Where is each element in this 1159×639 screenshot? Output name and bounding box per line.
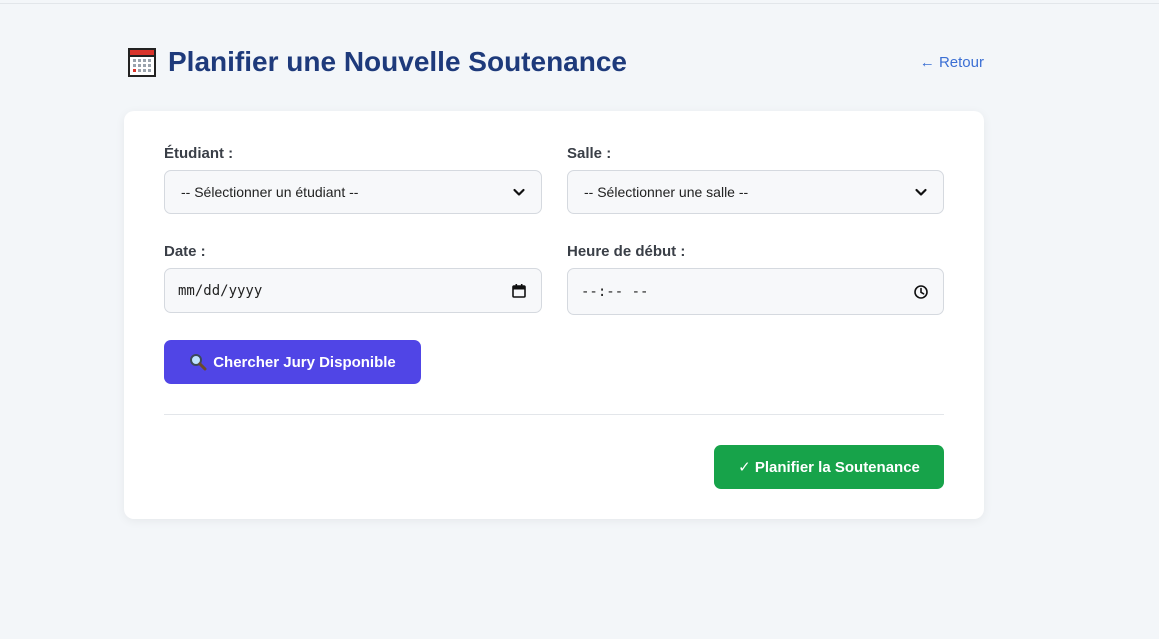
- date-input[interactable]: mm/dd/yyyy: [164, 268, 542, 313]
- room-label: Salle :: [567, 145, 612, 162]
- form-card: Étudiant : -- Sélectionner un étudiant -…: [124, 111, 984, 519]
- plan-defense-label: ✓ Planifier la Soutenance: [738, 459, 920, 476]
- date-label: Date :: [164, 243, 206, 260]
- clock-icon[interactable]: [913, 284, 929, 300]
- date-input-value: mm/dd/yyyy: [178, 282, 263, 299]
- page-title: Planifier une Nouvelle Soutenance: [128, 46, 627, 78]
- search-jury-button[interactable]: Chercher Jury Disponible: [164, 340, 421, 384]
- search-jury-label: Chercher Jury Disponible: [213, 353, 396, 371]
- room-select[interactable]: -- Sélectionner une salle --: [567, 170, 944, 214]
- calendar-picker-icon[interactable]: [511, 283, 527, 299]
- start-time-input[interactable]: --:-- --: [567, 268, 944, 315]
- back-link[interactable]: ← Retour: [920, 54, 984, 71]
- form-divider: [164, 414, 944, 415]
- magnifier-icon: [190, 354, 207, 371]
- student-select-value: -- Sélectionner un étudiant --: [181, 184, 359, 200]
- top-border: [0, 3, 1159, 4]
- student-label: Étudiant :: [164, 145, 234, 162]
- page-header: Planifier une Nouvelle Soutenance ← Reto…: [124, 46, 984, 82]
- student-select[interactable]: -- Sélectionner un étudiant --: [164, 170, 542, 214]
- start-time-input-value: --:-- --: [581, 283, 649, 300]
- room-select-value: -- Sélectionner une salle --: [584, 184, 749, 200]
- page-title-text: Planifier une Nouvelle Soutenance: [168, 46, 628, 77]
- plan-defense-button[interactable]: ✓ Planifier la Soutenance: [714, 445, 944, 489]
- calendar-icon: [128, 48, 156, 77]
- start-time-label: Heure de début :: [567, 243, 686, 260]
- chevron-down-icon: [915, 188, 927, 196]
- chevron-down-icon: [513, 188, 525, 196]
